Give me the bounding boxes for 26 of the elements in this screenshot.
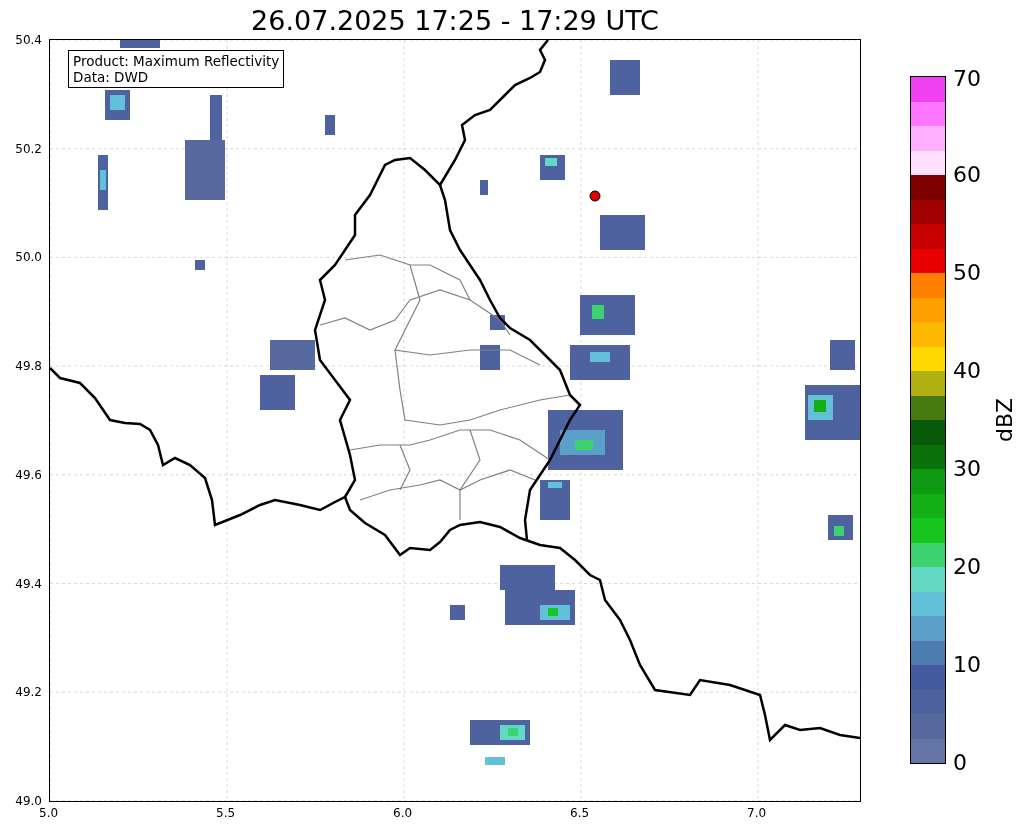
x-axis-label: 6.0 [393, 807, 413, 819]
location-marker [589, 190, 601, 202]
x-axis-label: 5.0 [39, 807, 59, 819]
y-axis-label: 50.2 [15, 142, 42, 155]
y-axis-label: 50.4 [15, 34, 42, 46]
x-axis-label: 5.5 [216, 807, 236, 819]
color-scale-title: dBZ [994, 397, 1016, 443]
color-scale-label: 20 [953, 556, 981, 578]
y-axis-label: 49.8 [15, 360, 42, 373]
x-axis-label: 6.5 [570, 807, 590, 819]
color-scale-label: 0 [953, 752, 967, 774]
y-axis-label: 49.6 [15, 468, 42, 481]
y-axis-label: 49.4 [15, 577, 42, 590]
x-axis-label: 7.0 [747, 807, 767, 819]
y-axis-label: 50.0 [15, 251, 42, 264]
chart-title: 26.07.2025 17:25 - 17:29 UTC [251, 6, 659, 34]
color-scale-label: 60 [953, 164, 981, 186]
y-axis-label: 49.2 [15, 686, 42, 699]
color-scale-label: 40 [953, 360, 981, 382]
color-scale-label: 30 [953, 458, 981, 480]
y-axis-label: 49.0 [15, 794, 42, 807]
color-scale-label: 50 [953, 262, 981, 284]
legend-text: Product: Maximum Reflectivity [73, 53, 280, 69]
color-scale-label: 10 [953, 654, 981, 676]
color-scale-label: 70 [953, 68, 981, 90]
legend-text: Data: DWD [73, 69, 150, 85]
